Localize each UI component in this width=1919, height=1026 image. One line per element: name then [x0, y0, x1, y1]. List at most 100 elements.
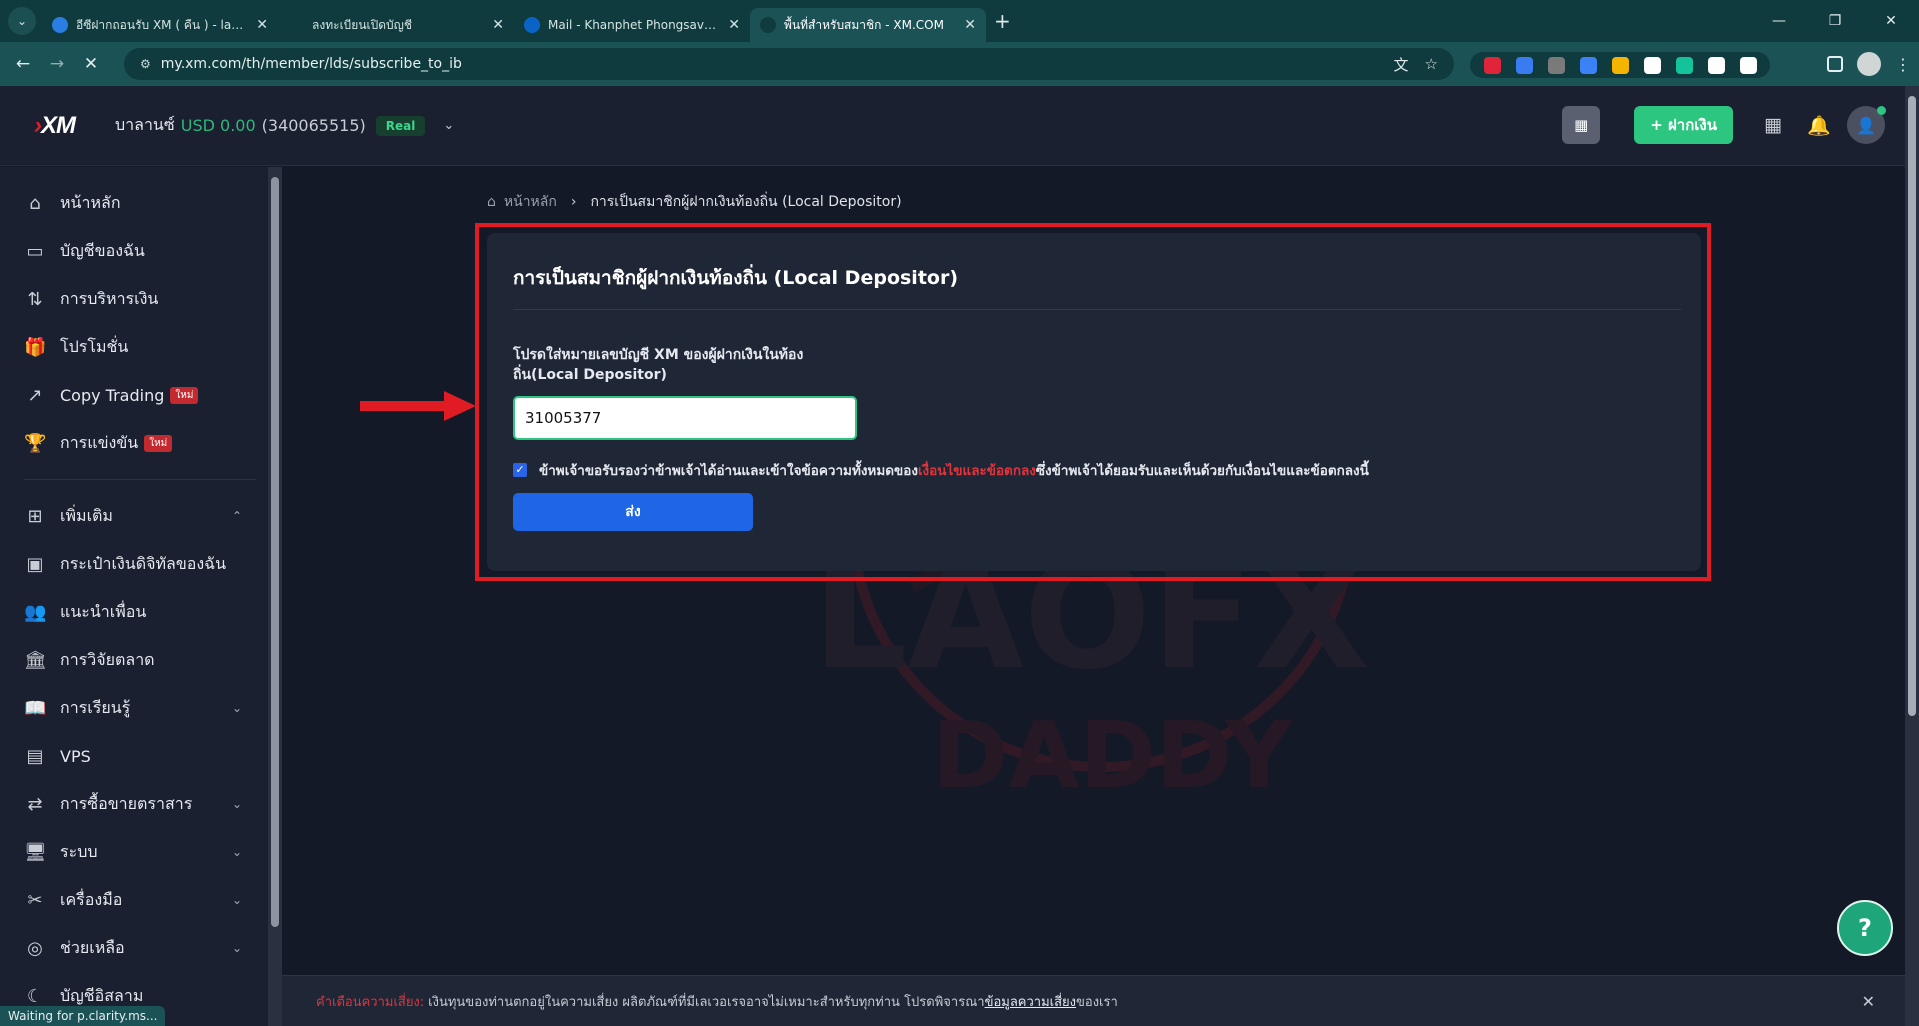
back-icon[interactable]: ← — [6, 54, 40, 74]
sidebar-item[interactable]: 📖 การเรียนรู้ ⌄ — [0, 684, 268, 732]
browser-status-bar: Waiting for p.clarity.ms... — [0, 1006, 166, 1026]
sidebar-more-toggle[interactable]: ⊞ เพิ่มเติม ⌃ — [0, 492, 268, 540]
sidebar-item[interactable]: 👥 แนะนำเพื่อน — [0, 588, 268, 636]
sidebar-item-label: การแข่งขัน — [60, 432, 139, 452]
chevron-down-icon[interactable]: ⌄ — [443, 118, 454, 133]
address-bar[interactable]: ⚙ my.xm.com/th/member/lds/subscribe_to_i… — [124, 48, 1454, 80]
account-number: (340065515) — [261, 116, 366, 135]
trophy-icon: 🏆 — [24, 432, 47, 454]
grid-icon: ⊞ — [27, 505, 43, 527]
balance-summary[interactable]: บาลานซ์ USD 0.00 (340065515) Real ⌄ — [115, 113, 454, 138]
window-controls: — ❐ ✕ — [1751, 0, 1919, 42]
trend-up-icon: ↗ — [27, 384, 43, 406]
xm-logo[interactable]: ›XM — [34, 112, 76, 140]
help-chat-icon[interactable]: ? — [1837, 900, 1893, 956]
chevron-up-icon: ⌃ — [231, 509, 242, 523]
risk-warning-suffix: ของเรา — [1076, 994, 1118, 1010]
sidebar-scrollbar[interactable] — [268, 167, 282, 1026]
sidebar-item[interactable]: ✂ เครื่องมือ ⌄ — [0, 876, 268, 924]
new-tab-icon[interactable]: + — [994, 9, 1011, 33]
tab-search-icon[interactable]: ⌄ — [8, 7, 36, 35]
sidebar-item-label: ระบบ — [60, 841, 98, 861]
crescent-icon: ☾ — [26, 985, 44, 1007]
restore-icon[interactable]: ❐ — [1807, 13, 1863, 29]
tab-close-icon[interactable]: ✕ — [728, 17, 740, 33]
extension-icon[interactable] — [1675, 56, 1693, 74]
browser-tab[interactable]: Mail - Khanphet Phongsavath - ✕ — [514, 8, 750, 42]
gift-icon: 🎁 — [24, 336, 47, 358]
apps-grid-icon[interactable]: ▦ — [1755, 114, 1791, 136]
extension-icon[interactable] — [1483, 56, 1501, 74]
sidebar-scroll-thumb[interactable] — [271, 177, 279, 927]
browser-menu-icon[interactable]: ⋮ — [1895, 55, 1911, 74]
breadcrumb: ⌂ หน้าหลัก › การเป็นสมาชิกผู้ฝากเงินท้อง… — [487, 191, 902, 213]
sidebar-item-label: VPS — [60, 746, 91, 766]
browser-tab[interactable]: อีซีฝากถอนรับ XM ( คืน ) - laofxdad ✕ — [42, 8, 278, 42]
sidebar-item[interactable]: 🖥 ระบบ ⌄ — [0, 828, 268, 876]
tab-favicon-icon — [760, 17, 776, 33]
extension-icon[interactable] — [1579, 56, 1597, 74]
new-badge: ใหม่ — [144, 434, 173, 452]
risk-warning-text: เงินทุนของท่านตกอยู่ในความเสี่ยง ผลิตภัณ… — [428, 994, 985, 1010]
sidebar-item[interactable]: ▣ กระเป๋าเงินดิจิทัลของฉัน — [0, 540, 268, 588]
sidebar-item[interactable]: ◎ ช่วยเหลือ ⌄ — [0, 924, 268, 972]
sidebar-item[interactable]: ⌂ หน้าหลัก — [0, 179, 268, 227]
page-scrollbar[interactable] — [1905, 86, 1919, 1026]
monitor-icon: 🖥 — [24, 841, 47, 863]
home-icon[interactable]: ⌂ — [487, 194, 496, 210]
tab-title: ลงทะเบียนเปิดบัญชี — [312, 17, 413, 32]
sidebar-item[interactable]: ⇅ การบริหารเงิน — [0, 275, 268, 323]
sidebar-item[interactable]: 🎁 โปรโมชั่น — [0, 323, 268, 371]
sidebar-item-label: หน้าหลัก — [60, 192, 121, 212]
chevron-down-icon: ⌄ — [231, 701, 242, 715]
user-avatar[interactable]: 👤 — [1847, 106, 1886, 144]
tab-favicon-icon — [288, 17, 304, 33]
profile-avatar[interactable] — [1857, 52, 1881, 76]
tab-close-icon[interactable]: ✕ — [492, 17, 504, 33]
deposit-button[interactable]: + ฝากเงิน — [1634, 106, 1733, 144]
sidebar-item[interactable]: ▤ VPS — [0, 732, 268, 780]
page-scroll-thumb[interactable] — [1908, 96, 1916, 716]
pointer-arrow-icon — [360, 391, 476, 421]
qr-code-icon[interactable]: ▦ — [1562, 106, 1601, 144]
breadcrumb-home[interactable]: หน้าหลัก — [504, 191, 557, 213]
tab-close-icon[interactable]: ✕ — [964, 17, 976, 33]
site-info-icon[interactable]: ⚙ — [140, 57, 151, 71]
extension-icon[interactable] — [1547, 56, 1565, 74]
sidebar-item[interactable]: 🏛 การวิจัยตลาด — [0, 636, 268, 684]
bank-icon: 🏛 — [24, 649, 47, 671]
chevron-down-icon: ⌄ — [231, 797, 242, 811]
url-text: my.xm.com/th/member/lds/subscribe_to_ib — [160, 56, 462, 72]
extension-icon[interactable] — [1611, 56, 1629, 74]
sidebar-item-label: กระเป๋าเงินดิจิทัลของฉัน — [60, 553, 227, 573]
bell-icon[interactable]: 🔔 — [1801, 114, 1837, 137]
translate-icon[interactable]: 文 — [1394, 54, 1409, 75]
close-window-icon[interactable]: ✕ — [1863, 13, 1919, 29]
header-actions: ▦ + ฝากเงิน ▦ 🔔 👤 — [1562, 106, 1886, 144]
chevron-down-icon: ⌄ — [231, 941, 242, 955]
sidebar-item[interactable]: ↗ Copy Trading ใหม่ — [0, 371, 268, 419]
risk-warning-bar: คำเตือนความเสี่ยง: เงินทุนของท่านตกอยู่ใ… — [282, 975, 1905, 1026]
extension-icon[interactable] — [1739, 56, 1757, 74]
risk-warning-label: คำเตือนความเสี่ยง: — [316, 994, 425, 1010]
close-icon[interactable]: ✕ — [1862, 992, 1875, 1011]
forward-icon[interactable]: → — [40, 54, 74, 74]
swap-icon: ⇄ — [27, 793, 43, 815]
stop-loading-icon[interactable]: ✕ — [74, 54, 108, 74]
extension-icon[interactable] — [1643, 56, 1661, 74]
extension-icon[interactable] — [1515, 56, 1533, 74]
user-icon: 👤 — [1856, 115, 1876, 135]
browser-tab[interactable]: พื้นที่สำหรับสมาชิก - XM.COM ✕ — [750, 8, 986, 42]
risk-info-link[interactable]: ข้อมูลความเสี่ยง — [985, 991, 1076, 1012]
browser-tab[interactable]: ลงทะเบียนเปิดบัญชี ✕ — [278, 8, 514, 42]
side-panel-icon[interactable] — [1827, 56, 1843, 72]
bookmark-star-icon[interactable]: ☆ — [1425, 55, 1438, 73]
sidebar-item[interactable]: ▭ บัญชีของฉัน — [0, 227, 268, 275]
refer-friends-icon: 👥 — [24, 601, 47, 623]
extension-icon[interactable] — [1707, 56, 1725, 74]
sidebar-main-items: ⌂ หน้าหลัก ▭ บัญชีของฉัน ⇅ การบริหารเงิน 🎁 โปรโ… — [0, 167, 268, 467]
sidebar-item[interactable]: 🏆 การแข่งขัน ใหม่ — [0, 419, 268, 467]
minimize-icon[interactable]: — — [1751, 13, 1807, 29]
sidebar-item[interactable]: ⇄ การซื้อขายตราสาร ⌄ — [0, 780, 268, 828]
tab-close-icon[interactable]: ✕ — [256, 17, 268, 33]
